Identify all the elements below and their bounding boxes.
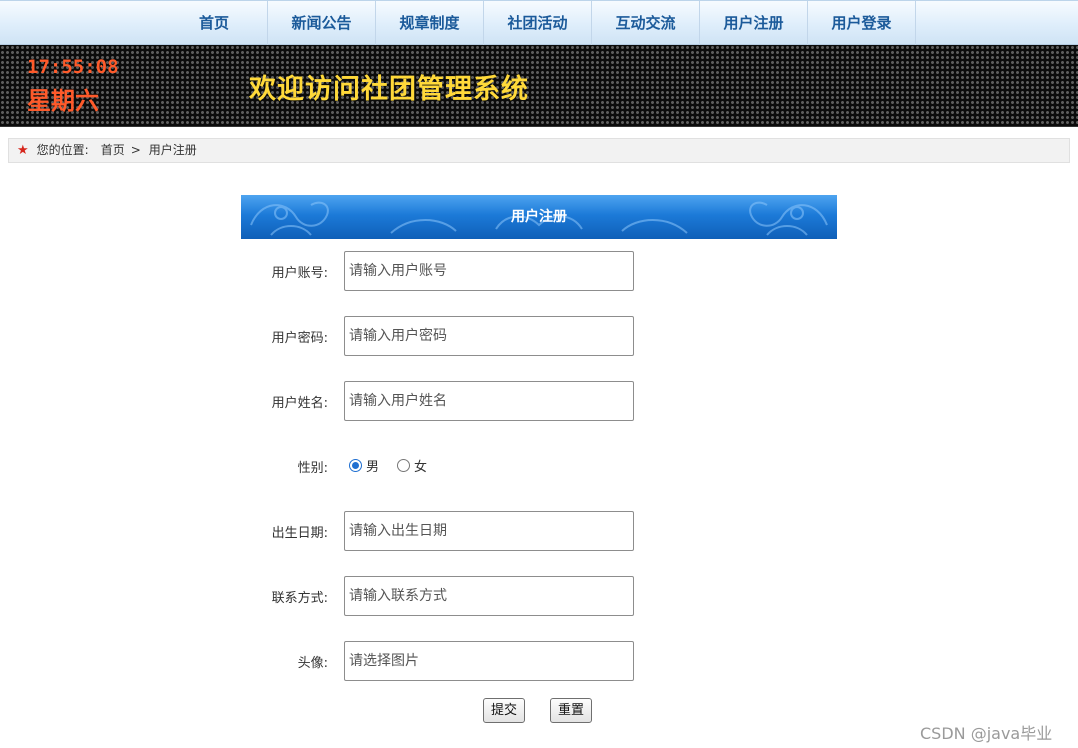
nav-item-register[interactable]: 用户注册 [700,1,808,45]
gender-female-label[interactable]: 女 [414,456,427,475]
clock-weekday: 星期六 [27,87,99,115]
reset-button[interactable]: 重置 [550,698,593,723]
breadcrumb-home-link[interactable]: 首页 [101,139,125,162]
gender-male-label[interactable]: 男 [366,456,379,475]
watermark: CSDN @java毕业 [920,724,1053,743]
gender-label: 性别: [297,461,328,476]
form-header: 用户注册 [241,195,837,239]
breadcrumb: ★ 您的位置: 首页 > 用户注册 [8,138,1070,163]
name-input[interactable] [344,381,634,421]
nav-item-news[interactable]: 新闻公告 [268,1,376,45]
nav-item-interaction[interactable]: 互动交流 [592,1,700,45]
gender-female-radio[interactable] [397,459,411,472]
star-icon: ★ [17,143,29,158]
password-input[interactable] [344,316,634,356]
nav-item-rules[interactable]: 规章制度 [376,1,484,45]
submit-button[interactable]: 提交 [483,698,526,723]
gender-radio-group: 男 女 [349,456,445,475]
form-title: 用户注册 [511,209,567,225]
contact-input[interactable] [344,576,634,616]
gender-male-radio[interactable] [349,459,362,472]
birthday-input[interactable] [344,511,634,551]
site-title: 欢迎访问社团管理系统 [249,74,529,105]
avatar-label: 头像: [297,656,328,671]
clock-time: 17:55:08 [27,56,119,78]
nav-item-activities[interactable]: 社团活动 [484,1,592,45]
birthday-label: 出生日期: [271,526,328,541]
password-label: 用户密码: [271,331,328,346]
contact-label: 联系方式: [271,591,328,606]
account-label: 用户账号: [271,266,328,281]
breadcrumb-label: 您的位置: [36,143,89,157]
breadcrumb-separator: > [130,143,141,157]
breadcrumb-current: 用户注册 [148,143,197,157]
nav-item-login[interactable]: 用户登录 [808,1,916,45]
name-label: 用户姓名: [271,396,328,411]
account-input[interactable] [344,251,634,291]
nav-menu: 首页 新闻公告 规章制度 社团活动 互动交流 用户注册 用户登录 [160,1,916,45]
top-navigation: 首页 新闻公告 规章制度 社团活动 互动交流 用户注册 用户登录 [0,0,1078,45]
avatar-input[interactable] [344,641,634,681]
header-banner: 17:55:08 星期六 欢迎访问社团管理系统 [0,45,1078,127]
nav-item-home[interactable]: 首页 [160,1,268,45]
